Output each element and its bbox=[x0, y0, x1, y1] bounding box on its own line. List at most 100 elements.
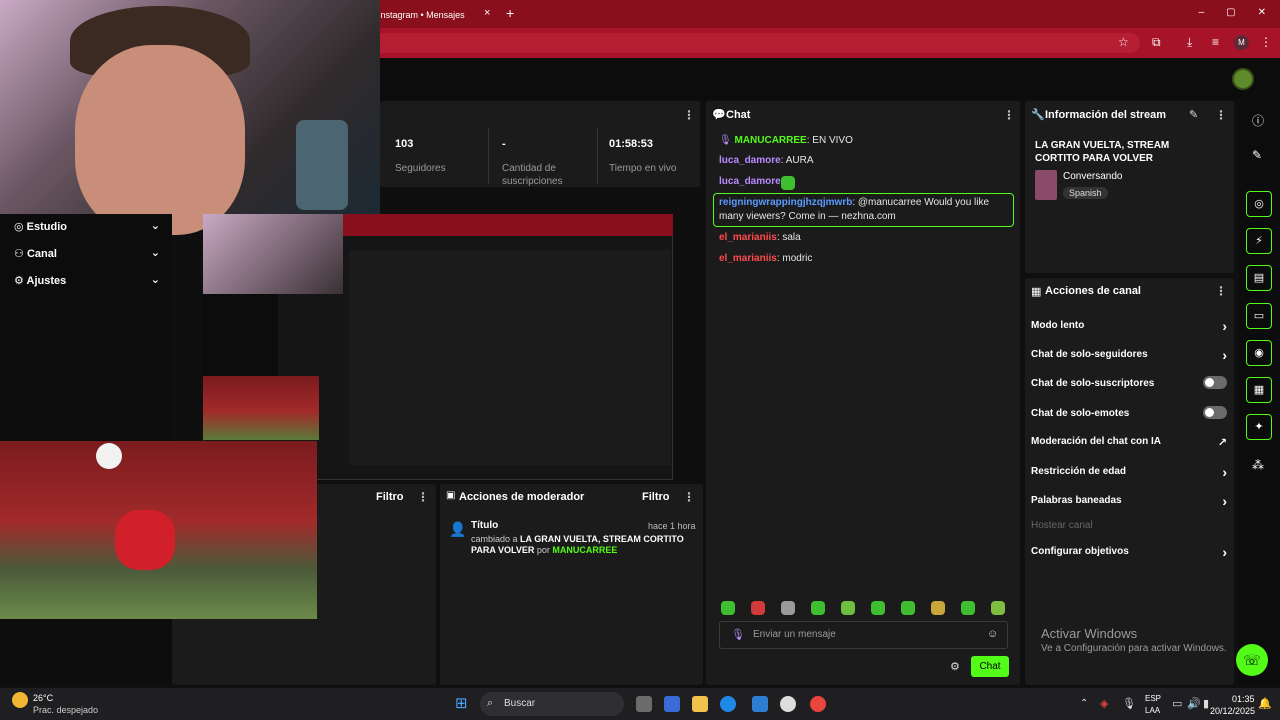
toggle-emotes-only[interactable] bbox=[1203, 406, 1227, 419]
keyboard-layout[interactable]: LAA bbox=[1145, 706, 1160, 715]
language-code[interactable]: ESP bbox=[1145, 694, 1161, 703]
app-icon[interactable] bbox=[780, 696, 796, 712]
mod-entry-user[interactable]: MANUCARREE bbox=[552, 545, 617, 555]
chevron-down-icon: ⌄ bbox=[150, 274, 160, 286]
volume-icon[interactable]: 🔊 bbox=[1187, 697, 1201, 710]
microphone-icon[interactable]: 🎙 bbox=[1122, 697, 1136, 710]
address-bar[interactable] bbox=[370, 33, 1140, 53]
stat-live-time: 01:58:53 Tiempo en vivo bbox=[609, 138, 709, 175]
close-window-button[interactable]: ✕ bbox=[1258, 7, 1266, 18]
stream-category[interactable]: Conversando bbox=[1063, 171, 1122, 182]
store-icon[interactable] bbox=[752, 696, 768, 712]
action-configure-goals[interactable]: Configurar objetivos › bbox=[1031, 544, 1227, 560]
emote-icon[interactable] bbox=[901, 601, 915, 615]
chat-username[interactable]: MANUCARREE bbox=[734, 135, 806, 146]
actions-icon: ▦ bbox=[1031, 286, 1042, 298]
emote-icon[interactable] bbox=[961, 601, 975, 615]
menu-item-estudio[interactable]: ◎ Estudio ⌄ bbox=[14, 220, 160, 233]
emote-icon[interactable] bbox=[781, 601, 795, 615]
action-label: Hostear canal bbox=[1031, 520, 1093, 531]
emote-icon[interactable] bbox=[721, 601, 735, 615]
stats-more-icon[interactable]: ⋮ bbox=[683, 108, 695, 122]
actions-more-icon[interactable]: ⋮ bbox=[1215, 284, 1227, 298]
chat-username[interactable]: reigningwrappingjhzqjmwrb bbox=[719, 197, 852, 208]
message-placeholder: Enviar un mensaje bbox=[753, 629, 836, 640]
mod-more-icon[interactable]: ⋮ bbox=[683, 490, 695, 504]
action-label: Configurar objetivos bbox=[1031, 546, 1129, 557]
action-ai-moderation[interactable]: Moderación del chat con IA ↗ bbox=[1031, 436, 1227, 449]
info-more-icon[interactable]: ⋮ bbox=[1215, 108, 1227, 122]
emote-icon[interactable] bbox=[841, 601, 855, 615]
chat-username[interactable]: el_marianiis bbox=[719, 232, 777, 243]
toggle-subscribers-only[interactable] bbox=[1203, 376, 1227, 389]
media-icon[interactable]: ≡ bbox=[1212, 35, 1219, 49]
windows-start-icon[interactable]: ⊞ bbox=[455, 696, 468, 711]
emote-icon[interactable] bbox=[751, 601, 765, 615]
mod-filter-button[interactable]: Filtro bbox=[642, 491, 670, 503]
emote-icon[interactable] bbox=[991, 601, 1005, 615]
action-subscribers-only: Chat de solo-suscriptores bbox=[1031, 376, 1227, 389]
user-avatar[interactable] bbox=[1232, 68, 1254, 90]
battery-icon[interactable]: ▮ bbox=[1203, 697, 1209, 710]
task-view-icon[interactable] bbox=[636, 696, 652, 712]
widgets-icon[interactable] bbox=[664, 696, 680, 712]
focus-icon[interactable]: ◎ bbox=[1246, 191, 1272, 217]
chat-username[interactable]: luca_damore bbox=[719, 155, 781, 166]
edge-icon[interactable] bbox=[720, 696, 736, 712]
stat-value: 01:58:53 bbox=[609, 138, 654, 150]
chat-username[interactable]: luca_damore bbox=[719, 176, 781, 187]
maximize-button[interactable]: ▢ bbox=[1226, 7, 1235, 18]
action-banned-words[interactable]: Palabras baneadas › bbox=[1031, 493, 1227, 509]
taskbar-search[interactable]: Buscar bbox=[480, 692, 624, 716]
broadcast-icon[interactable]: ◉ bbox=[1246, 340, 1272, 366]
wrench-tool-icon[interactable]: ✦ bbox=[1246, 414, 1272, 440]
emote-icon[interactable] bbox=[931, 601, 945, 615]
minimize-button[interactable]: – bbox=[1199, 7, 1205, 18]
integrations-icon[interactable]: ⁂ bbox=[1252, 458, 1264, 472]
filter-button[interactable]: Filtro bbox=[376, 491, 404, 503]
menu-item-ajustes[interactable]: ⚙ Ajustes ⌄ bbox=[14, 274, 160, 287]
profile-avatar[interactable]: M bbox=[1234, 35, 1249, 50]
clock-time[interactable]: 01:35 bbox=[1232, 694, 1255, 704]
chrome-icon[interactable] bbox=[810, 696, 826, 712]
lightning-icon[interactable]: ⚡ bbox=[1246, 228, 1272, 254]
layout-icon[interactable]: ▦ bbox=[1246, 377, 1272, 403]
new-tab-button[interactable]: + bbox=[506, 6, 514, 20]
action-label: Palabras baneadas bbox=[1031, 495, 1122, 506]
extensions-icon[interactable]: ⧉ bbox=[1152, 35, 1161, 49]
edit-icon[interactable]: ✎ bbox=[1189, 108, 1198, 121]
action-age-restriction[interactable]: Restricción de edad › bbox=[1031, 464, 1227, 480]
menu-icon[interactable]: ⋮ bbox=[1260, 35, 1272, 49]
chat-username[interactable]: el_marianiis bbox=[719, 253, 777, 264]
stat-value: - bbox=[502, 138, 506, 150]
tray-app-icon[interactable]: ◈ bbox=[1100, 697, 1108, 710]
document-icon[interactable]: ▤ bbox=[1246, 265, 1272, 291]
pencil-icon[interactable]: ✎ bbox=[1252, 148, 1262, 162]
emoji-icon[interactable]: ☺ bbox=[987, 628, 998, 640]
weather-temp[interactable]: 26°C bbox=[33, 693, 53, 703]
action-followers-only[interactable]: Chat de solo-seguidores › bbox=[1031, 347, 1227, 363]
star-icon[interactable]: ☆ bbox=[1118, 35, 1129, 49]
info-icon[interactable]: ⓘ bbox=[1252, 112, 1264, 129]
external-link-icon: ↗ bbox=[1217, 437, 1227, 449]
menu-item-canal[interactable]: ⚇ Canal ⌄ bbox=[14, 247, 160, 260]
chat-bubble-icon[interactable]: ▭ bbox=[1246, 303, 1272, 329]
tab-close-icon[interactable]: × bbox=[484, 8, 490, 19]
emote-icon[interactable] bbox=[811, 601, 825, 615]
emote-icon bbox=[781, 176, 795, 190]
chat-icon: 💬 bbox=[712, 109, 726, 121]
left-more-icon[interactable]: ⋮ bbox=[417, 490, 429, 504]
action-slow-mode[interactable]: Modo lento › bbox=[1031, 318, 1227, 334]
chat-more-icon[interactable]: ⋮ bbox=[1003, 108, 1015, 122]
send-chat-button[interactable]: Chat bbox=[971, 656, 1009, 677]
tray-chevron-icon[interactable]: ⌃ bbox=[1080, 698, 1088, 709]
settings-icon[interactable]: ⚙ bbox=[950, 660, 960, 673]
clock-date[interactable]: 20/12/2025 bbox=[1210, 706, 1255, 716]
emote-icon[interactable] bbox=[871, 601, 885, 615]
display-icon[interactable]: ▭ bbox=[1172, 697, 1182, 710]
chevron-down-icon: ⌄ bbox=[150, 247, 160, 259]
support-chat-button[interactable]: ☏ bbox=[1236, 644, 1268, 676]
download-icon[interactable]: ⤓ bbox=[1187, 35, 1192, 49]
file-explorer-icon[interactable] bbox=[692, 696, 708, 712]
notification-icon[interactable]: 🔔 bbox=[1258, 697, 1272, 710]
